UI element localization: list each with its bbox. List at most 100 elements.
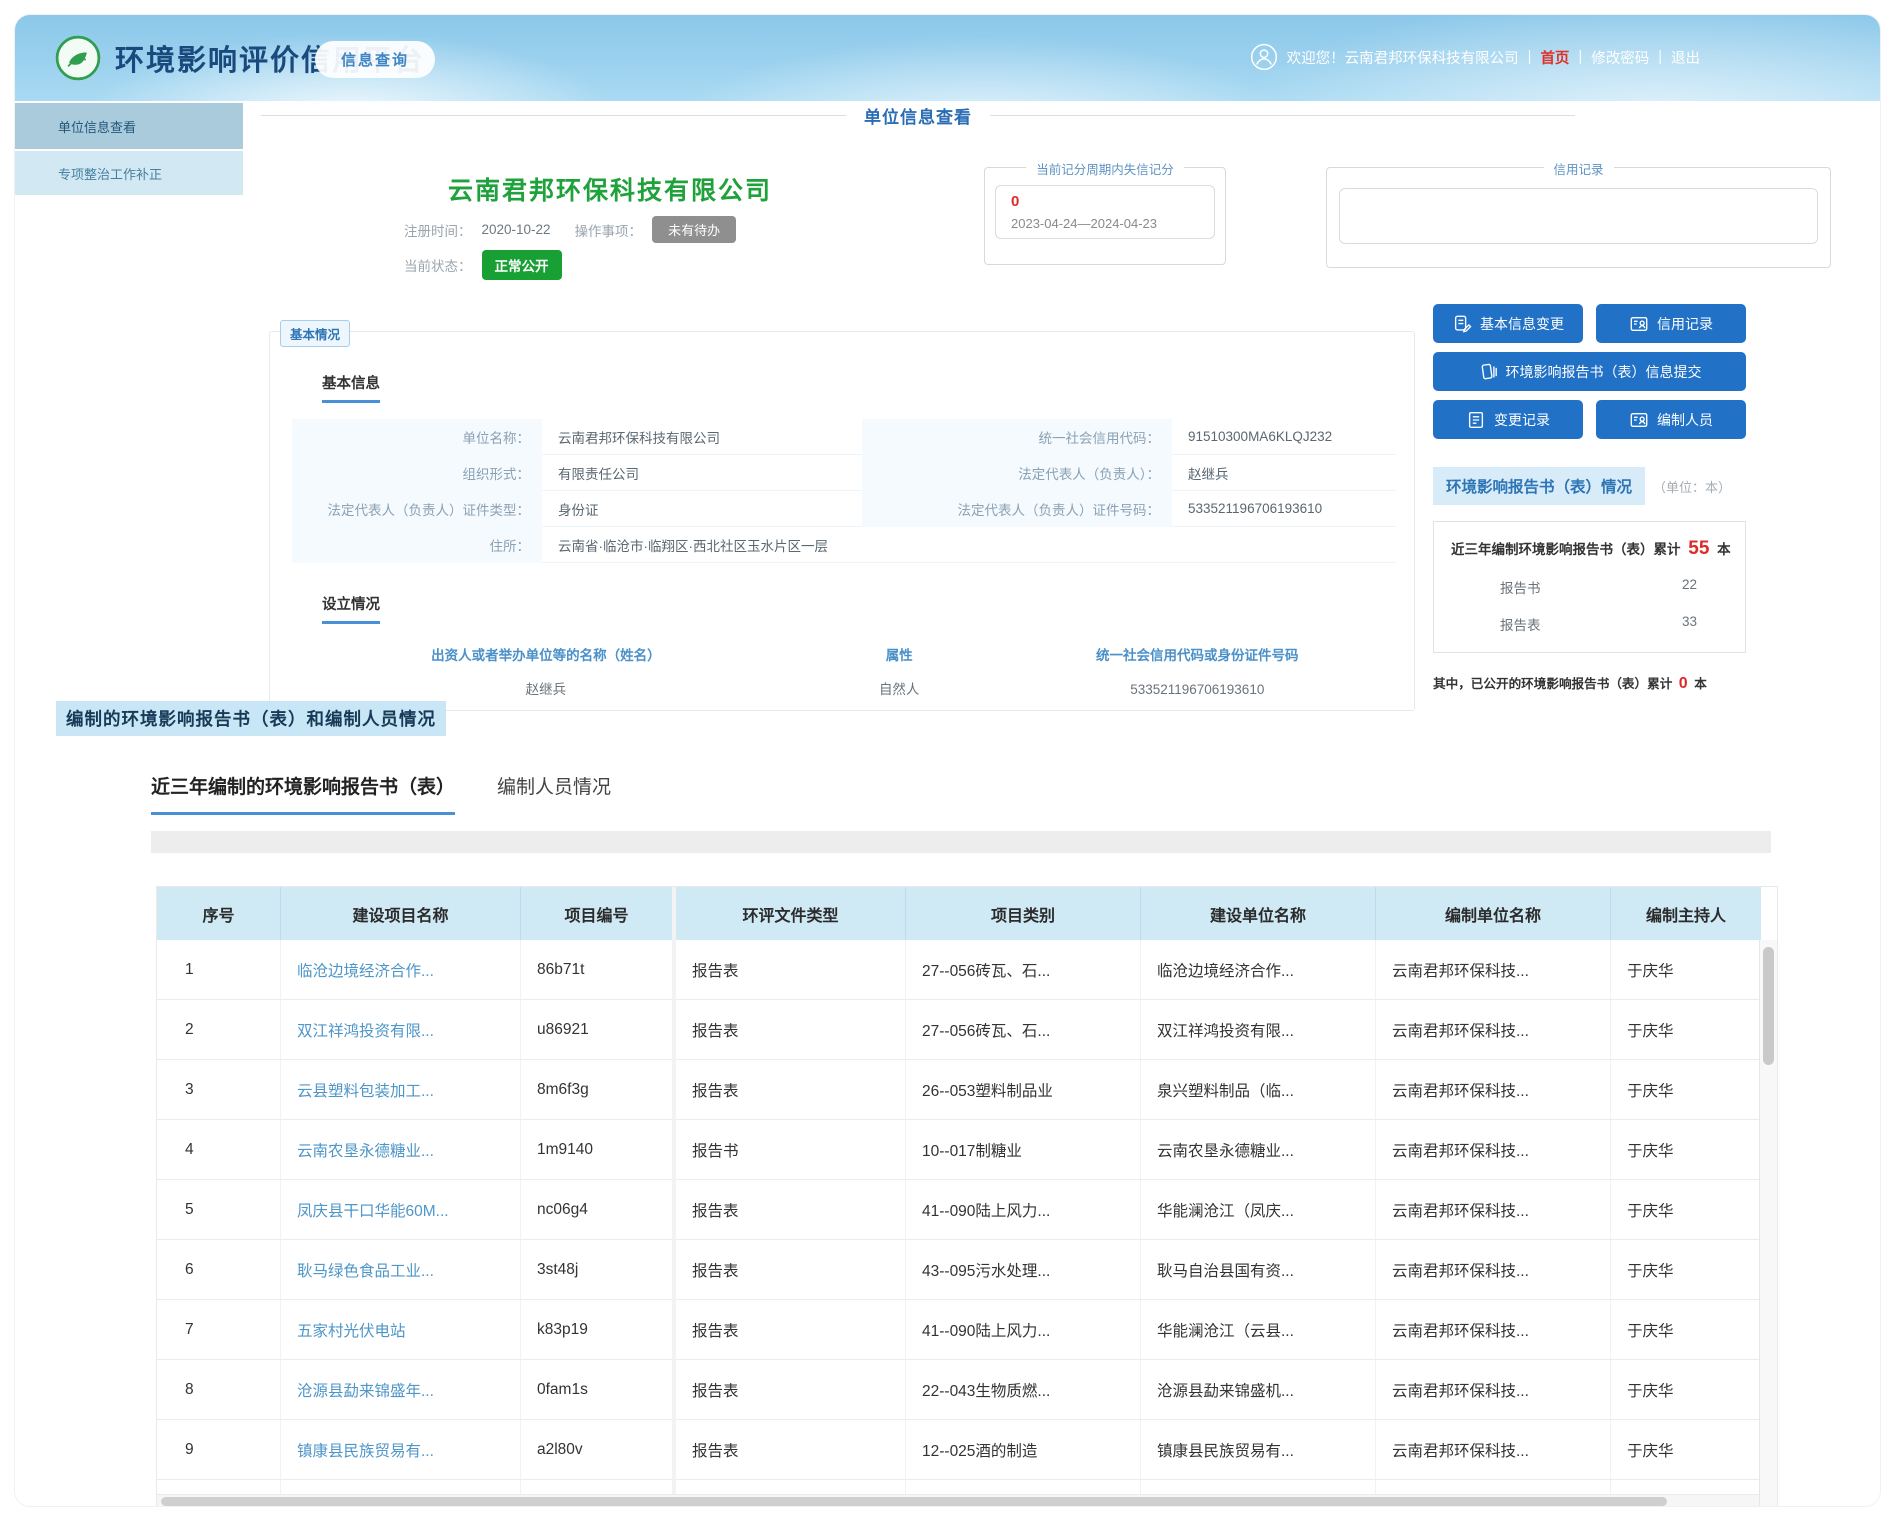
project-name-cell: 沧源县勐来锦盛年...: [281, 1360, 521, 1420]
logout-link[interactable]: 退出: [1671, 47, 1700, 68]
table-cell: 临沧边境经济合作...: [1141, 940, 1376, 1000]
sidebar-item-rectification[interactable]: 专项整治工作补正: [15, 151, 243, 195]
table-cell: 4: [157, 1120, 281, 1180]
score-period: 2023-04-24—2024-04-23: [1011, 216, 1199, 231]
table-cell: 3st48j: [521, 1240, 676, 1300]
stats-row-book: 报告书 22: [1434, 577, 1745, 597]
table-cell: 2: [157, 1000, 281, 1060]
credit-record-button[interactable]: 信用记录: [1596, 304, 1746, 343]
vertical-scrollbar-thumb[interactable]: [1763, 947, 1774, 1065]
table-cell: 5: [157, 1180, 281, 1240]
compilers-button[interactable]: 编制人员: [1596, 400, 1746, 439]
tab-compilers[interactable]: 编制人员情况: [497, 772, 611, 815]
table-cell: a2l80v: [521, 1420, 676, 1480]
separator: |: [1658, 49, 1662, 65]
project-link[interactable]: 镇康县民族贸易有...: [297, 1443, 434, 1460]
table-header-row: 序号 建设项目名称 项目编号 环评文件类型 项目类别 建设单位名称 编制单位名称…: [157, 887, 1761, 940]
setup-header-cell: 出资人或者举办单位等的名称（姓名）: [292, 638, 800, 674]
table-cell: 26--053塑料制品业: [906, 1060, 1141, 1120]
project-link[interactable]: 沧源县勐来锦盛年...: [297, 1383, 434, 1400]
table-row: 1临沧边境经济合作...86b71t报告表27--056砖瓦、石...临沧边境经…: [157, 940, 1761, 1000]
report-total-line: 近三年编制环境影响报告书（表）累计 55 本: [1434, 538, 1745, 560]
public-value: 0: [1676, 675, 1691, 692]
table-cell: 于庆华: [1611, 1060, 1761, 1120]
report-stats-box: 近三年编制环境影响报告书（表）累计 55 本 报告书 22 报告表 33: [1433, 521, 1746, 653]
table-cell: 于庆华: [1611, 1360, 1761, 1420]
public-report-line: 其中，已公开的环境影响报告书（表）累计 0 本: [1433, 673, 1746, 693]
table-cell: 双江祥鸿投资有限...: [1141, 1000, 1376, 1060]
project-link[interactable]: 五家村光伏电站: [297, 1323, 406, 1340]
table-row: 8沧源县勐来锦盛年...0fam1s报告表22--043生物质燃...沧源县勐来…: [157, 1360, 1761, 1420]
change-password-link[interactable]: 修改密码: [1591, 47, 1649, 68]
info-query-button[interactable]: 信息查询: [315, 41, 435, 78]
table-cell: 云南君邦环保科技...: [1376, 1180, 1611, 1240]
field-label: 单位名称：: [292, 419, 542, 455]
app-window: 环境影响评价信用平台 信息查询 欢迎您！云南君邦环保科技有限公司 | 首页 | …: [14, 14, 1881, 1507]
tab-basic-info[interactable]: 基本信息: [322, 372, 380, 403]
platform-logo-icon: [55, 35, 101, 81]
report-table-body: 1临沧边境经济合作...86b71t报告表27--056砖瓦、石...临沧边境经…: [157, 940, 1761, 1507]
basic-info-change-button[interactable]: 基本信息变更: [1433, 304, 1583, 343]
register-label: 注册时间：: [404, 220, 472, 240]
table-row: 4云南农垦永德糖业...1m9140报告书10--017制糖业云南农垦永德糖业.…: [157, 1120, 1761, 1180]
table-cell: 7: [157, 1300, 281, 1360]
project-link[interactable]: 凤庆县干口华能60M...: [297, 1203, 449, 1220]
status-label: 当前状态：: [404, 255, 472, 275]
score-value: 0: [1011, 193, 1199, 210]
bottom-section-title: 编制的环境影响报告书（表）和编制人员情况: [56, 701, 446, 736]
column-header: 序号: [157, 887, 281, 940]
stats-label: 报告书: [1500, 577, 1541, 597]
project-name-cell: 临沧边境经济合作...: [281, 940, 521, 1000]
tab-recent-reports[interactable]: 近三年编制的环境影响报告书（表）: [151, 772, 455, 815]
table-cell: 于庆华: [1611, 1300, 1761, 1360]
table-cell: 云南君邦环保科技...: [1376, 1060, 1611, 1120]
tab-setup-info[interactable]: 设立情况: [322, 593, 380, 624]
field-label: 组织形式：: [292, 455, 542, 491]
status-row: 当前状态： 正常公开: [404, 250, 562, 280]
vertical-scrollbar[interactable]: [1759, 940, 1777, 1507]
table-cell: 12--025酒的制造: [906, 1420, 1141, 1480]
table-cell: 耿马自治县国有资...: [1141, 1240, 1376, 1300]
page-title: 单位信息查看: [846, 103, 990, 128]
column-header: 建设项目名称: [281, 887, 521, 940]
table-cell: nc06g4: [521, 1180, 676, 1240]
report-table: 序号 建设项目名称 项目编号 环评文件类型 项目类别 建设单位名称 编制单位名称…: [157, 887, 1761, 1507]
report-submit-button[interactable]: 环境影响报告书（表）信息提交: [1433, 352, 1746, 391]
horizontal-scrollbar-thumb[interactable]: [161, 1497, 1667, 1506]
credit-record-box: 信用记录: [1326, 167, 1831, 268]
horizontal-scrollbar[interactable]: [157, 1494, 1759, 1507]
project-link[interactable]: 临沧边境经济合作...: [297, 963, 434, 980]
status-badge: 正常公开: [482, 250, 562, 280]
credit-box-legend: 信用记录: [1543, 159, 1613, 178]
score-box-legend: 当前记分周期内失信记分: [1026, 159, 1184, 178]
report-tabs: 近三年编制的环境影响报告书（表） 编制人员情况: [151, 772, 611, 815]
table-cell: 8m6f3g: [521, 1060, 676, 1120]
change-record-button[interactable]: 变更记录: [1433, 400, 1583, 439]
operation-badge: 未有待办: [652, 216, 736, 243]
score-inner-box: 0 2023-04-24—2024-04-23: [995, 185, 1215, 239]
project-link[interactable]: 云县塑料包装加工...: [297, 1083, 434, 1100]
table-cell: 报告表: [676, 1300, 906, 1360]
table-row: 6耿马绿色食品工业...3st48j报告表43--095污水处理...耿马自治县…: [157, 1240, 1761, 1300]
basic-info-fields: 单位名称： 云南君邦环保科技有限公司 统一社会信用代码： 91510300MA6…: [292, 419, 1396, 563]
public-unit: 本: [1694, 677, 1707, 691]
field-value: 身份证: [542, 491, 862, 527]
sidebar-item-unit-info[interactable]: 单位信息查看: [15, 103, 243, 149]
stats-row-form: 报告表 33: [1434, 614, 1745, 634]
project-link[interactable]: 耿马绿色食品工业...: [297, 1263, 434, 1280]
project-link[interactable]: 云南农垦永德糖业...: [297, 1143, 434, 1160]
field-value: 赵继兵: [1172, 455, 1396, 491]
register-date: 2020-10-22: [482, 222, 551, 237]
button-label: 信用记录: [1657, 314, 1713, 334]
field-value: 91510300MA6KLQJ232: [1172, 419, 1396, 455]
project-name-cell: 云县塑料包装加工...: [281, 1060, 521, 1120]
report-total-unit: 本: [1717, 542, 1731, 557]
button-label: 编制人员: [1657, 410, 1713, 430]
project-link[interactable]: 双江祥鸿投资有限...: [297, 1023, 434, 1040]
field-value: 有限责任公司: [542, 455, 862, 491]
setup-header-cell: 属性: [800, 638, 999, 674]
home-link[interactable]: 首页: [1540, 47, 1569, 68]
report-table-container: 序号 建设项目名称 项目编号 环评文件类型 项目类别 建设单位名称 编制单位名称…: [156, 886, 1778, 1507]
field-label: 法定代表人（负责人）证件类型：: [292, 491, 542, 527]
table-cell: 云南君邦环保科技...: [1376, 1000, 1611, 1060]
